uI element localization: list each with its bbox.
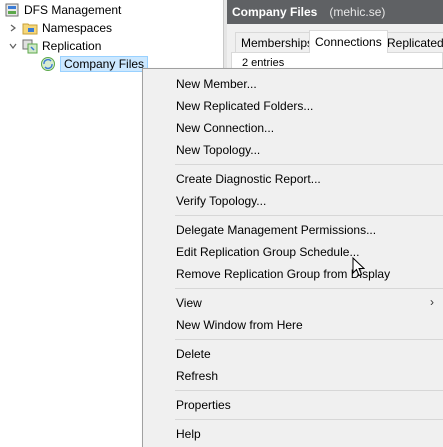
menu-item-new-connection[interactable]: New Connection... <box>176 117 274 139</box>
tree-label-namespaces: Namespaces <box>42 21 113 35</box>
tree-label-replication: Replication <box>42 39 102 53</box>
menu-item-create-diagnostic-report[interactable]: Create Diagnostic Report... <box>176 168 321 190</box>
tab-replicated-folders[interactable]: Replicated F <box>381 32 443 52</box>
menu-separator <box>175 215 443 216</box>
menu-separator <box>175 390 443 391</box>
menu-item-new-window[interactable]: New Window from Here <box>176 314 303 336</box>
dfs-management-icon <box>4 2 20 18</box>
tree-item-replication[interactable]: Replication <box>8 37 101 55</box>
chevron-right-icon[interactable] <box>8 23 18 33</box>
menu-separator <box>175 339 443 340</box>
namespaces-icon <box>22 20 38 36</box>
menu-item-edit-schedule[interactable]: Edit Replication Group Schedule... <box>176 241 359 263</box>
context-menu: New Member... New Replicated Folders... … <box>142 68 443 447</box>
menu-item-properties[interactable]: Properties <box>176 394 231 416</box>
menu-item-new-member[interactable]: New Member... <box>176 73 257 95</box>
menu-item-refresh[interactable]: Refresh <box>176 365 218 387</box>
menu-separator <box>175 164 443 165</box>
menu-item-verify-topology[interactable]: Verify Topology... <box>176 190 266 212</box>
replication-icon <box>22 38 38 54</box>
menu-item-help[interactable]: Help <box>176 423 201 445</box>
pane-header: Company Files (mehic.se) <box>227 0 443 24</box>
menu-item-view[interactable]: View <box>176 292 202 314</box>
tree-label-company-files: Company Files <box>60 56 149 72</box>
tree-item-namespaces[interactable]: Namespaces <box>8 19 112 37</box>
tab-memberships[interactable]: Memberships <box>235 32 320 52</box>
menu-item-delegate-permissions[interactable]: Delegate Management Permissions... <box>176 219 376 241</box>
tree-item-company-files[interactable]: Company Files <box>40 55 149 73</box>
pane-title: Company Files <box>232 5 318 19</box>
replication-group-icon <box>40 56 56 72</box>
menu-item-new-replicated-folders[interactable]: New Replicated Folders... <box>176 95 313 117</box>
menu-item-new-topology[interactable]: New Topology... <box>176 139 260 161</box>
tab-connections[interactable]: Connections <box>309 30 388 53</box>
tree-item-dfs-management[interactable]: DFS Management <box>4 1 121 19</box>
menu-item-delete[interactable]: Delete <box>176 343 211 365</box>
tab-strip: Memberships Connections Replicated F <box>231 30 443 53</box>
chevron-down-icon[interactable] <box>8 41 18 51</box>
mouse-cursor-icon <box>352 257 365 277</box>
menu-separator <box>175 419 443 420</box>
chevron-right-icon: › <box>430 295 434 309</box>
tree-label-dfs-management: DFS Management <box>24 3 122 17</box>
menu-separator <box>175 288 443 289</box>
pane-server: (mehic.se) <box>329 5 386 19</box>
